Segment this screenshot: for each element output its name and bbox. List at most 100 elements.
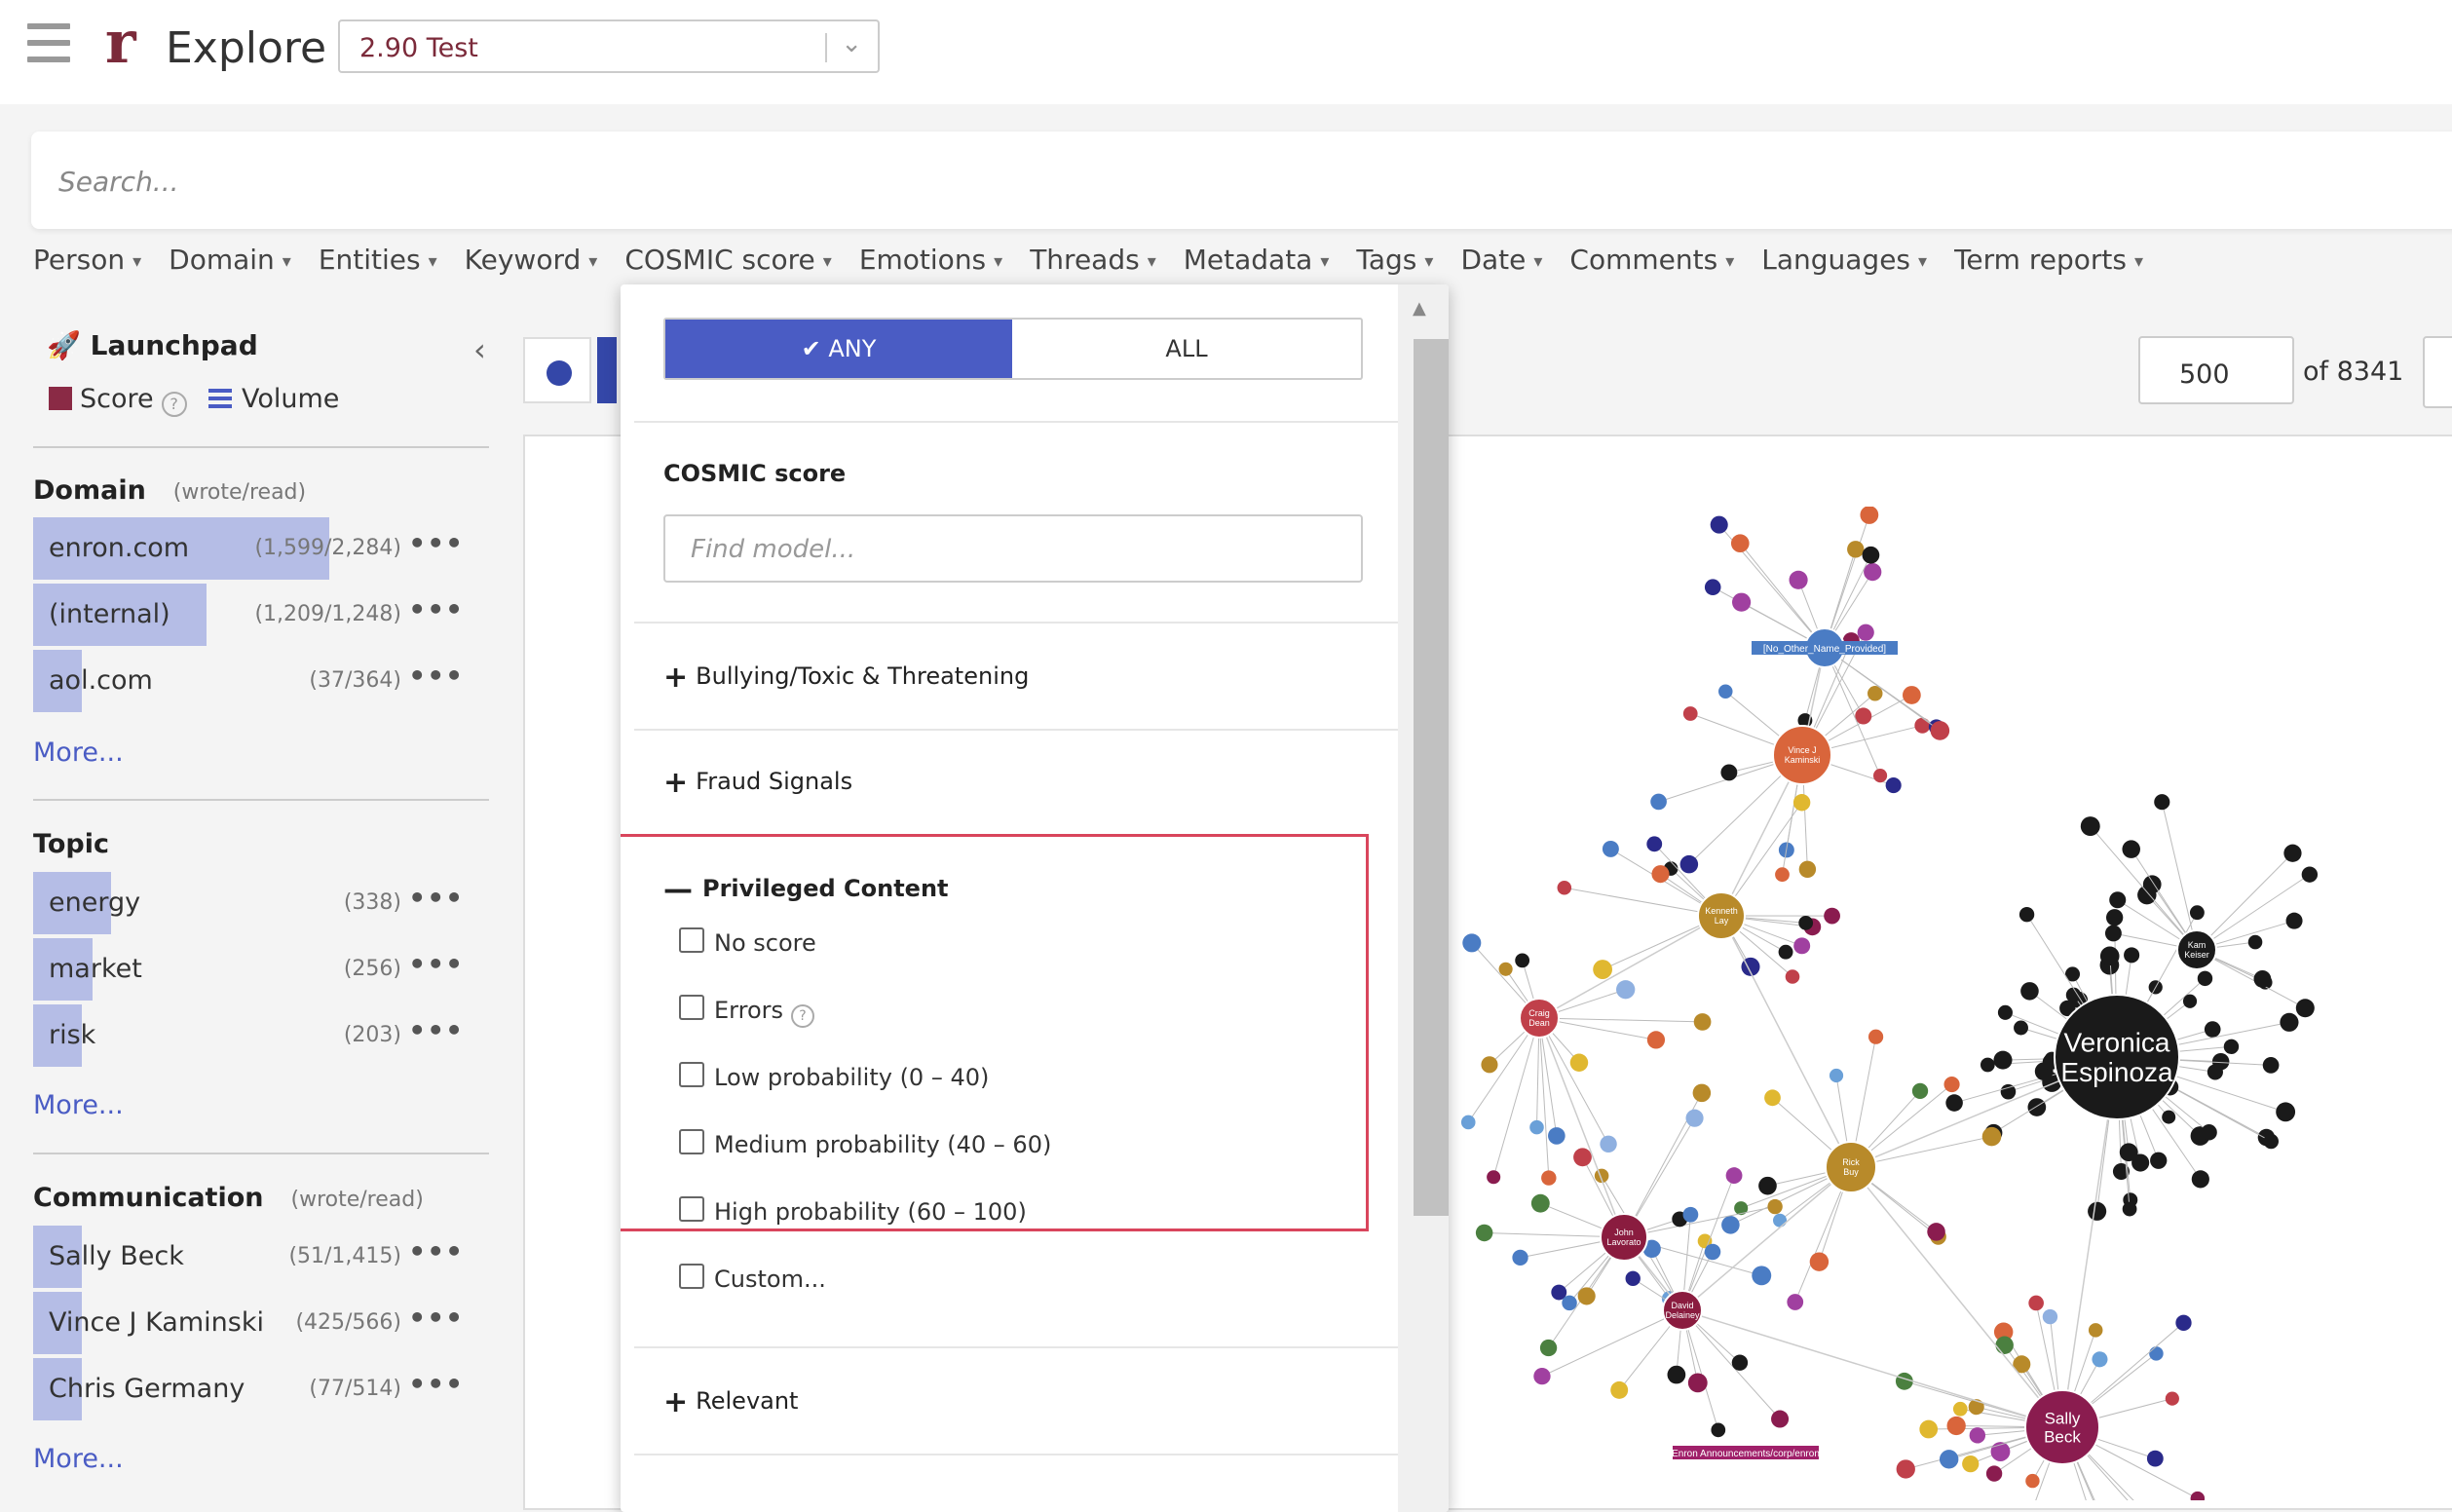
category-fraud-signals[interactable]: +Fraud Signals — [663, 766, 852, 800]
filter-cosmic-score[interactable]: COSMIC score▾ — [624, 244, 832, 283]
volume-toggle[interactable]: Volume — [208, 384, 339, 414]
graph-text-label: Enron Announcements/corp/enron — [1672, 1449, 1820, 1459]
category-bullying[interactable]: +Bullying/Toxic & Threatening — [663, 661, 1029, 695]
domain-facet-item[interactable]: (internal)(1,209/1,248)••• — [33, 584, 489, 646]
dropdown-scrollbar[interactable]: ▲ — [1398, 284, 1449, 1512]
checkbox[interactable] — [679, 1062, 704, 1087]
graph-node — [1773, 1214, 1787, 1228]
help-icon[interactable]: ? — [162, 392, 187, 417]
option-no-score[interactable]: No score — [679, 927, 816, 957]
checkbox[interactable] — [679, 1196, 704, 1222]
filter-tags[interactable]: Tags▾ — [1356, 244, 1433, 283]
more-options-icon[interactable]: ••• — [408, 1368, 464, 1400]
filter-domain[interactable]: Domain▾ — [169, 244, 291, 283]
category-privileged-content[interactable]: —Privileged Content — [663, 873, 949, 907]
option-low-probability[interactable]: Low probability (0 – 40) — [679, 1062, 989, 1091]
score-toggle[interactable]: Score? — [49, 384, 187, 417]
more-options-icon[interactable]: ••• — [408, 948, 464, 980]
caret-down-icon: ▾ — [1320, 251, 1329, 272]
more-options-icon[interactable]: ••• — [408, 593, 464, 625]
graph-node — [1873, 769, 1887, 782]
filter-threads[interactable]: Threads▾ — [1030, 244, 1156, 283]
communication-facet-item[interactable]: Sally Beck(51/1,415)••• — [33, 1226, 489, 1288]
more-options-icon[interactable]: ••• — [408, 1014, 464, 1046]
graph-node — [1668, 1366, 1686, 1384]
filter-term-reports[interactable]: Term reports▾ — [1954, 244, 2143, 283]
scrollbar-thumb[interactable] — [1414, 339, 1449, 1216]
person-node-label: Delainey — [1665, 1310, 1700, 1320]
checkbox[interactable] — [679, 927, 704, 953]
caret-down-icon: ▾ — [283, 251, 291, 272]
category-relevant[interactable]: +Relevant — [663, 1385, 798, 1419]
filter-entities[interactable]: Entities▾ — [319, 244, 437, 283]
person-node-label: Rick — [1842, 1157, 1860, 1167]
graph-node — [2283, 845, 2301, 862]
filter-person[interactable]: Person▾ — [33, 244, 141, 283]
filter-date[interactable]: Date▾ — [1460, 244, 1542, 283]
graph-node — [1531, 1194, 1550, 1213]
graph-node — [2183, 995, 2197, 1008]
page-size-input[interactable]: 500 — [2138, 336, 2294, 404]
topic-more-link[interactable]: More... — [33, 1090, 124, 1120]
filter-keyword[interactable]: Keyword▾ — [465, 244, 598, 283]
checkbox[interactable] — [679, 1264, 704, 1289]
filter-emotions[interactable]: Emotions▾ — [859, 244, 1002, 283]
filter-comments[interactable]: Comments▾ — [1569, 244, 1734, 283]
help-icon[interactable]: ? — [791, 1004, 814, 1028]
graph-node — [2149, 1346, 2164, 1361]
graph-node — [2254, 970, 2272, 988]
collapse-sidebar-icon[interactable]: ‹ — [473, 331, 486, 368]
option-medium-probability[interactable]: Medium probability (40 – 60) — [679, 1129, 1051, 1158]
domain-facet-item[interactable]: enron.com(1,599/2,284)••• — [33, 517, 489, 580]
view-toggle-button[interactable] — [523, 337, 591, 403]
topic-facet-item[interactable]: energy(338)••• — [33, 872, 489, 934]
any-button[interactable]: ✔ ANY — [665, 320, 1012, 378]
chevron-down-icon[interactable]: ⌄ — [841, 29, 862, 58]
option-high-probability[interactable]: High probability (60 – 100) — [679, 1196, 1027, 1226]
filter-metadata[interactable]: Metadata▾ — [1184, 244, 1330, 283]
graph-node — [1711, 516, 1728, 534]
more-options-icon[interactable]: ••• — [408, 660, 464, 692]
search-input[interactable] — [57, 161, 1522, 202]
active-view-tab[interactable] — [597, 337, 617, 403]
more-options-icon[interactable]: ••• — [408, 1302, 464, 1334]
graph-node — [1688, 1373, 1708, 1392]
checkbox[interactable] — [679, 995, 704, 1020]
topic-facet-item[interactable]: market(256)••• — [33, 938, 489, 1001]
filter-languages[interactable]: Languages▾ — [1761, 244, 1927, 283]
graph-node — [1476, 1225, 1492, 1241]
communication-facet-item[interactable]: Chris Germany(77/514)••• — [33, 1358, 489, 1420]
option-errors[interactable]: Errors? — [679, 995, 814, 1028]
find-model-input[interactable] — [689, 534, 1277, 565]
divider — [33, 1153, 489, 1154]
caret-down-icon: ▾ — [588, 251, 597, 272]
graph-node — [2020, 982, 2039, 1001]
hamburger-menu-icon[interactable] — [27, 23, 70, 62]
option-custom[interactable]: Custom... — [679, 1264, 826, 1293]
next-page-button[interactable] — [2423, 336, 2452, 408]
graph-node — [1603, 841, 1619, 857]
volume-label: Volume — [242, 384, 339, 414]
graph-node — [1573, 1148, 1592, 1166]
communication-more-link[interactable]: More... — [33, 1444, 124, 1474]
facet-count: (1,209/1,248) — [254, 602, 401, 626]
graph-node — [2286, 913, 2303, 929]
project-select[interactable]: 2.90 Test ⌄ — [338, 19, 880, 73]
all-button[interactable]: ALL — [1012, 320, 1361, 378]
app-logo[interactable]: r — [105, 14, 136, 72]
graph-node — [1799, 861, 1816, 878]
graph-node — [1462, 933, 1481, 952]
launchpad-title[interactable]: 🚀 Launchpad — [47, 329, 258, 361]
more-options-icon[interactable]: ••• — [408, 1235, 464, 1267]
scroll-up-icon[interactable]: ▲ — [1413, 298, 1426, 319]
domain-more-link[interactable]: More... — [33, 737, 124, 768]
checkbox[interactable] — [679, 1129, 704, 1154]
graph-node — [1993, 1051, 2012, 1070]
graph-node — [1499, 963, 1513, 976]
more-options-icon[interactable]: ••• — [408, 882, 464, 914]
communication-facet-item[interactable]: Vince J Kaminski(425/566)••• — [33, 1292, 489, 1354]
more-options-icon[interactable]: ••• — [408, 527, 464, 559]
network-graph[interactable]: VeronicaEspinozaSallyBeckVince JKaminski… — [1442, 507, 2452, 1500]
topic-facet-item[interactable]: risk(203)••• — [33, 1004, 489, 1067]
domain-facet-item[interactable]: aol.com(37/364)••• — [33, 650, 489, 712]
